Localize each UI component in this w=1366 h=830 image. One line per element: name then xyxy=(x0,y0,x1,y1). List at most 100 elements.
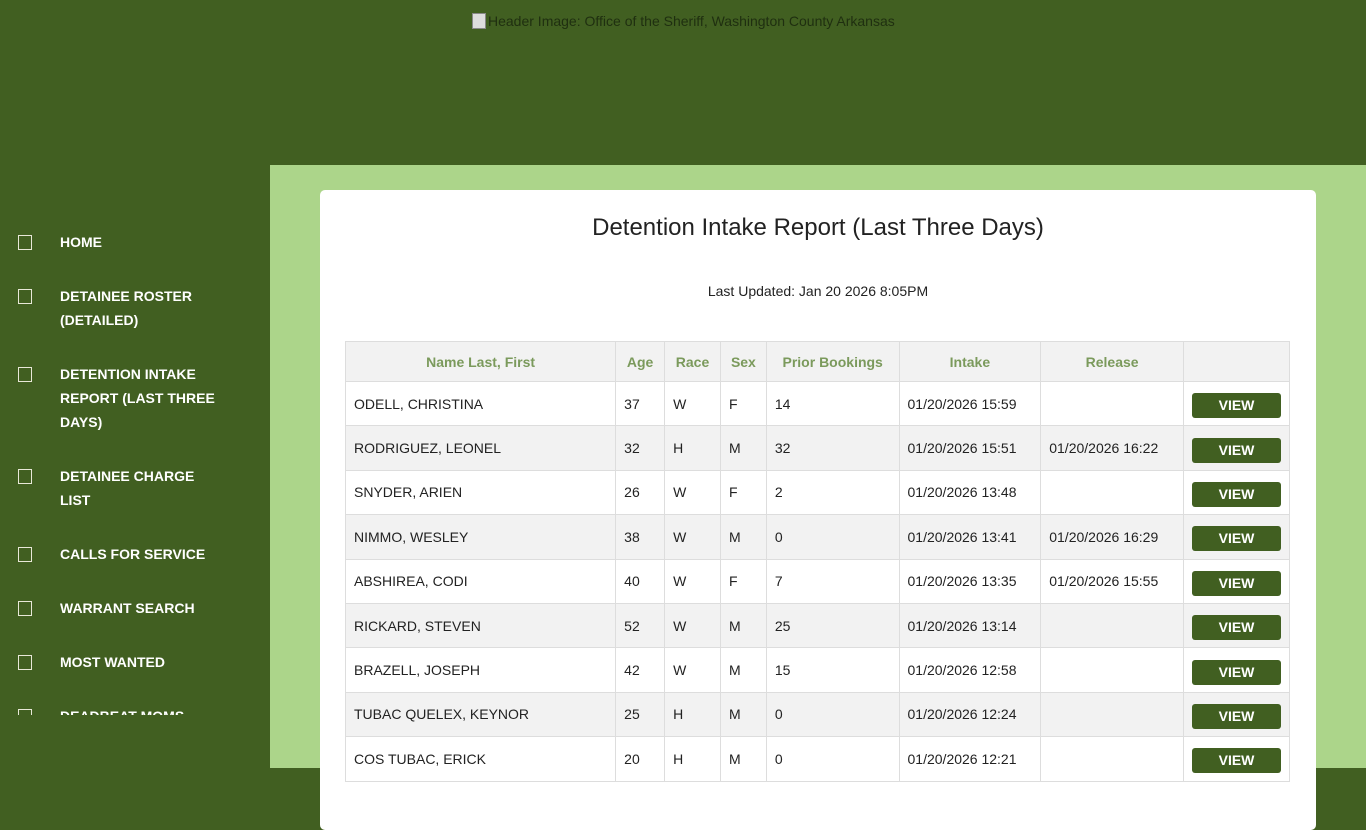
table-cell: 0 xyxy=(765,691,900,738)
table-row: ODELL, CHRISTINA 37 W F 14 01/20/2026 15:59 VI… xyxy=(344,380,1290,427)
table-cell: 52 xyxy=(615,602,666,649)
table-cell: M xyxy=(719,691,767,738)
nav-bullet-icon xyxy=(18,367,32,382)
table-row: BRAZELL, JOSEPH 42 W M 15 01/20/2026 12:58 VIE… xyxy=(344,647,1290,693)
table-cell: 01/20/2026 15:51 xyxy=(898,425,1042,471)
last-updated: Last Updated: Jan 20 2026 8:05PM xyxy=(707,283,929,299)
view-button[interactable]: VIEW xyxy=(1192,615,1281,641)
table-cell: H xyxy=(664,425,721,471)
column-header: Sex xyxy=(719,341,767,382)
table-cell xyxy=(1040,469,1184,516)
nav-item-warrant-search[interactable]: WARRANT SEARCH xyxy=(0,596,270,620)
table-cell: TUBAC QUELEX, KEYNOR xyxy=(344,691,617,738)
nav-bullet-icon xyxy=(18,601,32,616)
table-cell: SNYDER, ARIEN xyxy=(344,469,617,516)
table-cell: 32 xyxy=(615,425,666,471)
column-header: Name Last, First xyxy=(344,341,617,382)
action-cell: VIEW xyxy=(1183,469,1290,516)
table-row: SNYDER, ARIEN 26 W F 2 01/20/2026 13:48 VIEW xyxy=(344,469,1290,516)
view-button[interactable]: VIEW xyxy=(1192,526,1281,552)
column-header: Age xyxy=(615,341,666,382)
table-row: RODRIGUEZ, LEONEL 32 H M 32 01/20/2026 15:51 0… xyxy=(344,425,1290,471)
header-image: Header Image: Office of the Sheriff, Was… xyxy=(472,13,895,29)
action-cell: VIEW xyxy=(1183,380,1290,427)
sidebar-nav: HOME DETAINEE ROSTER (DETAILED) DETENTION … xyxy=(0,230,270,715)
nav-label: MOST WANTED xyxy=(60,654,165,670)
table-cell: 01/20/2026 13:14 xyxy=(898,602,1042,649)
column-header: Race xyxy=(664,341,721,382)
view-button[interactable]: VIEW xyxy=(1192,481,1281,507)
view-button[interactable]: VIEW xyxy=(1192,748,1281,774)
table-cell xyxy=(1040,647,1184,693)
action-cell: VIEW xyxy=(1183,691,1290,738)
table-cell: M xyxy=(719,425,767,471)
table-cell: W xyxy=(664,558,721,604)
table-cell: 20 xyxy=(615,736,666,782)
table-cell: 32 xyxy=(765,425,900,471)
broken-image-icon xyxy=(472,13,486,29)
table-cell: 37 xyxy=(615,380,666,427)
table-cell: COS TUBAC, ERICK xyxy=(344,736,617,782)
table-cell: M xyxy=(719,736,767,782)
column-header xyxy=(1183,341,1290,382)
table-cell: W xyxy=(664,514,721,560)
table-cell xyxy=(1040,691,1184,738)
nav-bullet-icon xyxy=(18,655,32,670)
table-cell: 14 xyxy=(765,380,900,427)
table-cell: H xyxy=(664,736,721,782)
table-cell: 15 xyxy=(765,647,900,693)
table-cell: RODRIGUEZ, LEONEL xyxy=(344,425,617,471)
table-cell: M xyxy=(719,514,767,560)
table-cell: 7 xyxy=(765,558,900,604)
nav-item-detention-intake-report-last-three-days[interactable]: DETENTION INTAKE REPORT (LAST THREE DAYS… xyxy=(0,362,270,434)
page-title: Detention Intake Report (Last Three Days… xyxy=(592,214,1044,241)
nav-item-detainee-roster-detailed[interactable]: DETAINEE ROSTER (DETAILED) xyxy=(0,284,270,332)
main-content: Detention Intake Report (Last Three Days… xyxy=(270,165,1366,830)
intake-table: Name Last, First Age Race Sex Prior Bookings… xyxy=(344,341,1290,782)
action-cell: VIEW xyxy=(1183,647,1290,693)
view-button[interactable]: VIEW xyxy=(1192,570,1281,596)
nav-label: DETENTION INTAKE REPORT (LAST THREE DAYS… xyxy=(60,366,215,430)
nav-bullet-icon xyxy=(18,235,32,250)
nav-label: DETAINEE ROSTER (DETAILED) xyxy=(60,288,192,328)
table-cell: 01/20/2026 13:48 xyxy=(898,469,1042,516)
table-cell: 42 xyxy=(615,647,666,693)
view-button[interactable]: VIEW xyxy=(1192,393,1281,419)
table-cell: 40 xyxy=(615,558,666,604)
nav-bullet-icon xyxy=(18,547,32,562)
table-cell: F xyxy=(719,558,767,604)
table-cell xyxy=(1040,380,1184,427)
table-cell: 01/20/2026 16:29 xyxy=(1040,514,1184,560)
table-row: NIMMO, WESLEY 38 W M 0 01/20/2026 13:41 01/20/… xyxy=(344,514,1290,560)
table-row: TUBAC QUELEX, KEYNOR 25 H M 0 01/20/2026 12:2… xyxy=(344,691,1290,738)
nav-item-calls-for-service[interactable]: CALLS FOR SERVICE xyxy=(0,542,270,566)
table-cell: H xyxy=(664,691,721,738)
action-cell: VIEW xyxy=(1183,514,1290,560)
nav-label: DEADBEAT MOMS xyxy=(60,704,220,715)
view-button[interactable]: VIEW xyxy=(1192,659,1281,685)
table-row: ABSHIREA, CODI 40 W F 7 01/20/2026 13:35 01/20… xyxy=(344,558,1290,604)
table-cell: 2 xyxy=(765,469,900,516)
table-header-row: Name Last, First Age Race Sex Prior Bookings… xyxy=(344,341,1290,382)
table-cell: W xyxy=(664,469,721,516)
view-button[interactable]: VIEW xyxy=(1192,703,1281,729)
table-cell: NIMMO, WESLEY xyxy=(344,514,617,560)
nav-item-home[interactable]: HOME xyxy=(0,230,270,254)
view-button[interactable]: VIEW xyxy=(1192,437,1281,463)
table-cell: 0 xyxy=(765,736,900,782)
table-row: RICKARD, STEVEN 52 W M 25 01/20/2026 13:14 VIE… xyxy=(344,602,1290,649)
nav-item-detainee-charge-list[interactable]: DETAINEE CHARGE LIST xyxy=(0,464,270,512)
action-cell: VIEW xyxy=(1183,425,1290,471)
table-cell xyxy=(1040,736,1184,782)
table-cell: 01/20/2026 12:21 xyxy=(898,736,1042,782)
table-cell: 01/20/2026 13:41 xyxy=(898,514,1042,560)
table-cell: 25 xyxy=(765,602,900,649)
table-cell: M xyxy=(719,647,767,693)
table-cell: 01/20/2026 13:35 xyxy=(898,558,1042,604)
header-image-alt: Header Image: Office of the Sheriff, Was… xyxy=(488,13,895,29)
table-cell: ODELL, CHRISTINA xyxy=(344,380,617,427)
table-cell: W xyxy=(664,380,721,427)
nav-label: CALLS FOR SERVICE xyxy=(60,546,206,562)
nav-item-deadbeat-moms[interactable]: DEADBEAT MOMS xyxy=(0,704,270,715)
nav-item-most-wanted[interactable]: MOST WANTED xyxy=(0,650,270,674)
